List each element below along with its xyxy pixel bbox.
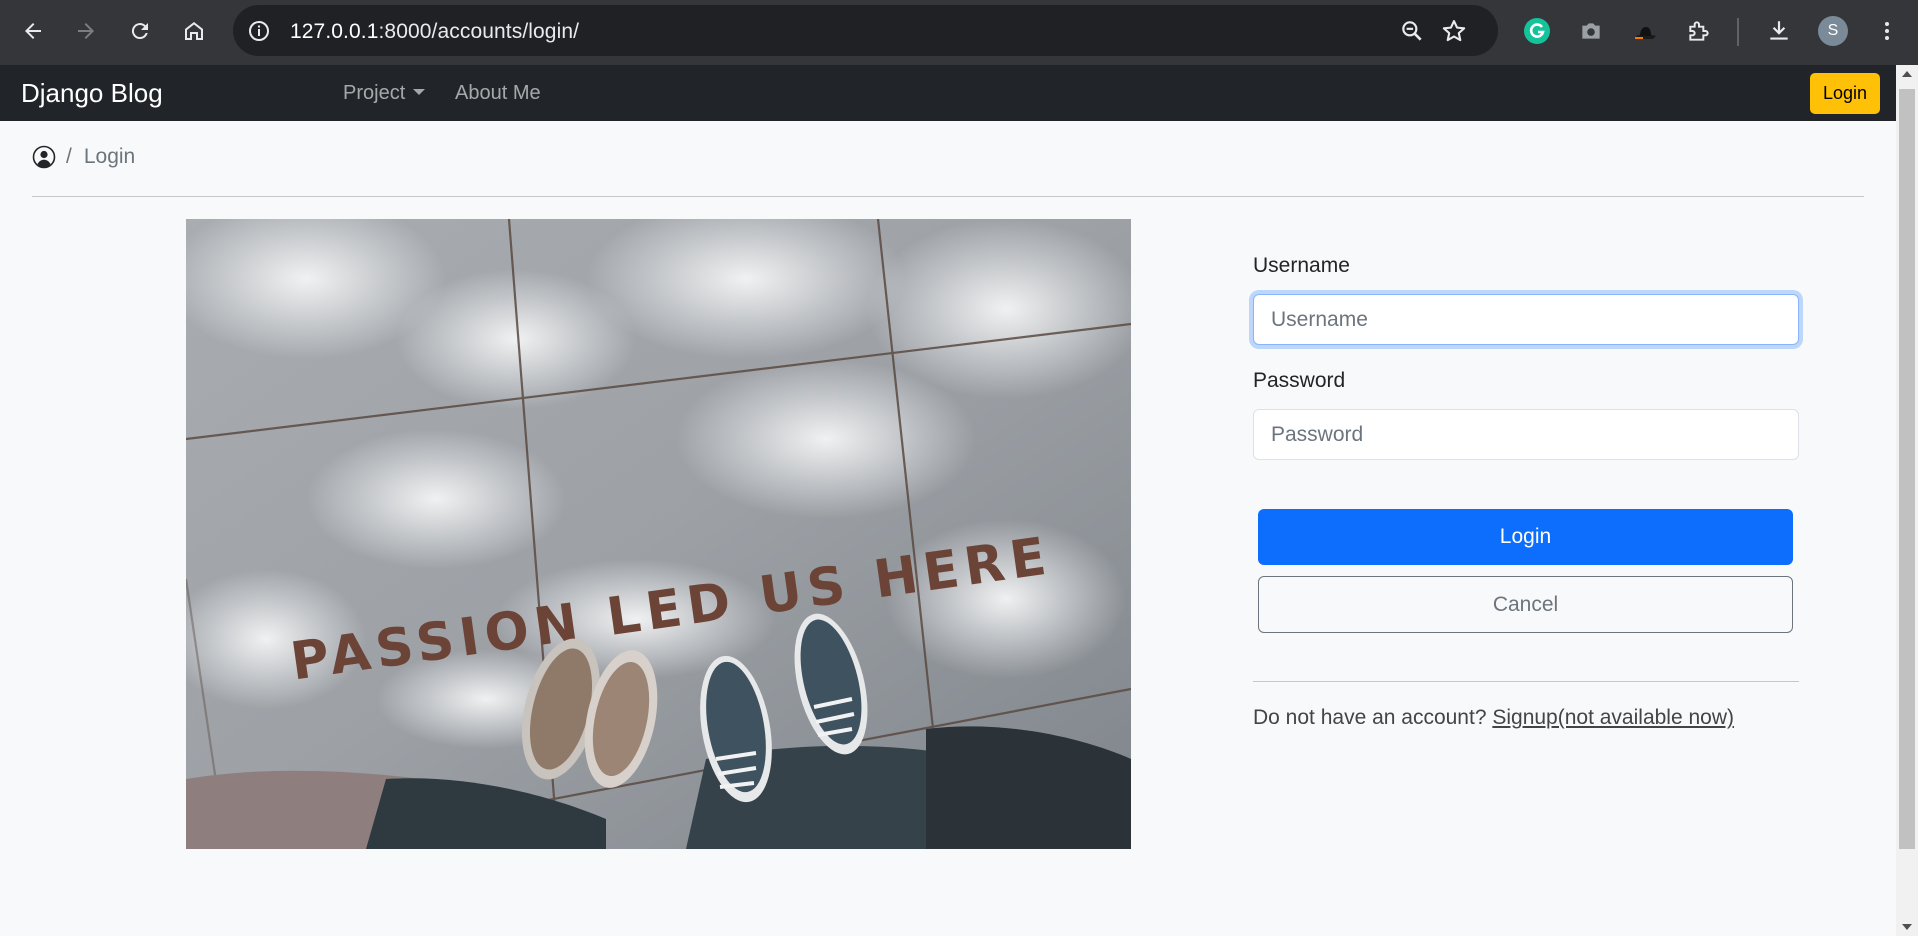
passion-photo: PASSION LED US HERE	[186, 219, 1131, 849]
camera-extension[interactable]	[1574, 14, 1608, 48]
site-navbar: Django Blog Project About Me Login	[0, 65, 1896, 121]
scrollbar-thumb[interactable]	[1899, 89, 1915, 849]
login-submit-button[interactable]: Login	[1258, 509, 1793, 565]
page-scrollbar[interactable]	[1896, 65, 1918, 936]
form-divider	[1253, 681, 1799, 682]
hat-extension[interactable]	[1628, 14, 1662, 48]
reload-icon	[131, 23, 148, 40]
puzzle-icon	[1689, 21, 1709, 41]
nav-login-button[interactable]: Login	[1810, 73, 1880, 114]
username-placeholder: Username	[1271, 307, 1368, 331]
bookmark-star-icon[interactable]	[1440, 17, 1468, 45]
forward-arrow-icon	[78, 23, 94, 39]
signup-prompt: Do not have an account? Signup(not avail…	[1253, 706, 1734, 730]
scroll-down-arrow-icon[interactable]	[1902, 924, 1912, 930]
cancel-button[interactable]: Cancel	[1258, 576, 1793, 633]
camera-icon	[1582, 23, 1600, 39]
home-button[interactable]	[175, 12, 213, 50]
signup-prompt-text: Do not have an account?	[1253, 706, 1493, 729]
reload-button[interactable]	[121, 12, 159, 50]
site-info-icon[interactable]	[247, 19, 271, 43]
zoom-icon[interactable]	[1399, 18, 1425, 44]
home-icon	[185, 22, 203, 40]
username-input[interactable]: Username	[1253, 294, 1799, 345]
browser-toolbar: 127.0.0.1:8000/accounts/login/ S	[0, 0, 1918, 65]
breadcrumb-current: Login	[83, 145, 136, 168]
forward-button[interactable]	[67, 12, 105, 50]
address-bar[interactable]: 127.0.0.1:8000/accounts/login/	[233, 5, 1498, 56]
download-icon	[1770, 21, 1788, 40]
signup-link[interactable]: Signup(not available now)	[1492, 706, 1734, 729]
login-hero-image: PASSION LED US HERE	[186, 219, 1131, 849]
browser-menu-button[interactable]	[1870, 14, 1904, 48]
breadcrumb: / Login	[32, 145, 135, 169]
hat-icon	[1635, 27, 1656, 39]
toolbar-separator	[1737, 18, 1739, 46]
grammarly-icon	[1524, 18, 1550, 44]
dropdown-caret-icon	[413, 88, 426, 95]
extensions-button[interactable]	[1682, 14, 1716, 48]
nav-project-label: Project	[343, 82, 406, 104]
breadcrumb-separator: /	[66, 145, 72, 168]
password-label: Password	[1253, 369, 1346, 392]
password-input[interactable]: Password	[1253, 409, 1799, 460]
divider	[32, 196, 1864, 197]
scroll-up-arrow-icon[interactable]	[1902, 71, 1912, 77]
profile-avatar[interactable]: S	[1818, 16, 1848, 46]
nav-project-dropdown[interactable]: Project	[343, 82, 426, 105]
kebab-menu-icon	[1885, 22, 1889, 40]
back-button[interactable]	[14, 12, 52, 50]
grammarly-extension[interactable]	[1520, 14, 1554, 48]
user-circle-icon[interactable]	[32, 145, 56, 169]
password-placeholder: Password	[1271, 422, 1364, 446]
site-brand[interactable]: Django Blog	[21, 78, 163, 109]
username-label: Username	[1253, 254, 1350, 277]
back-arrow-icon	[25, 23, 41, 39]
downloads-button[interactable]	[1762, 14, 1796, 48]
url-text[interactable]: 127.0.0.1:8000/accounts/login/	[290, 20, 579, 44]
nav-about-link[interactable]: About Me	[455, 82, 541, 105]
